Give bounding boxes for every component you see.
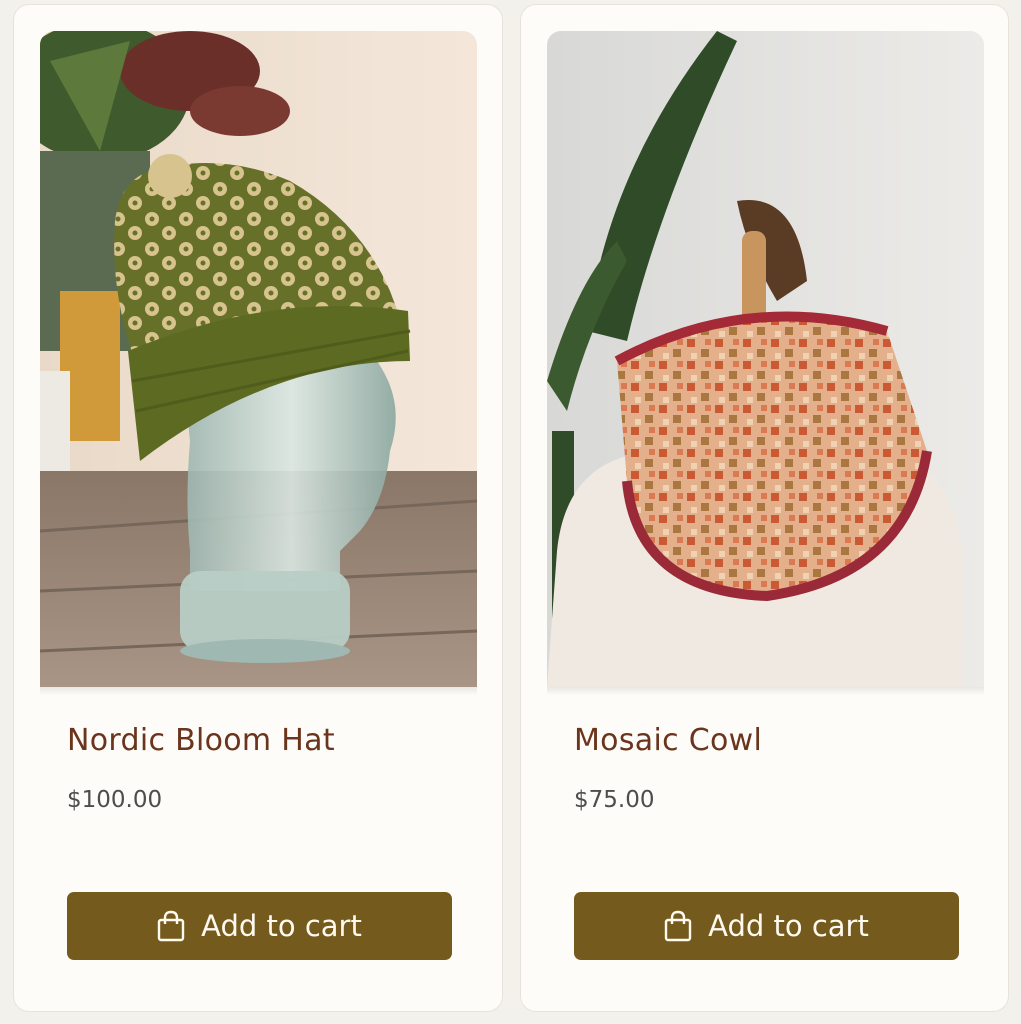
product-image[interactable] (40, 31, 477, 687)
add-to-cart-button[interactable]: Add to cart (67, 892, 452, 960)
image-divider (547, 687, 984, 695)
product-price: $75.00 (574, 787, 655, 813)
product-card-nordic-bloom-hat: Nordic Bloom Hat $100.00 Add to cart (13, 4, 503, 1012)
product-price: $100.00 (67, 787, 163, 813)
shopping-bag-icon (664, 910, 692, 942)
shopping-bag-icon (157, 910, 185, 942)
product-grid: Nordic Bloom Hat $100.00 Add to cart Mos… (0, 0, 1021, 1024)
add-to-cart-button[interactable]: Add to cart (574, 892, 959, 960)
product-title[interactable]: Nordic Bloom Hat (67, 723, 335, 758)
add-to-cart-label: Add to cart (708, 909, 869, 943)
product-image[interactable] (547, 31, 984, 687)
product-title[interactable]: Mosaic Cowl (574, 723, 762, 758)
product-card-mosaic-cowl: Mosaic Cowl $75.00 Add to cart (520, 4, 1009, 1012)
add-to-cart-label: Add to cart (201, 909, 362, 943)
image-divider (40, 687, 477, 695)
